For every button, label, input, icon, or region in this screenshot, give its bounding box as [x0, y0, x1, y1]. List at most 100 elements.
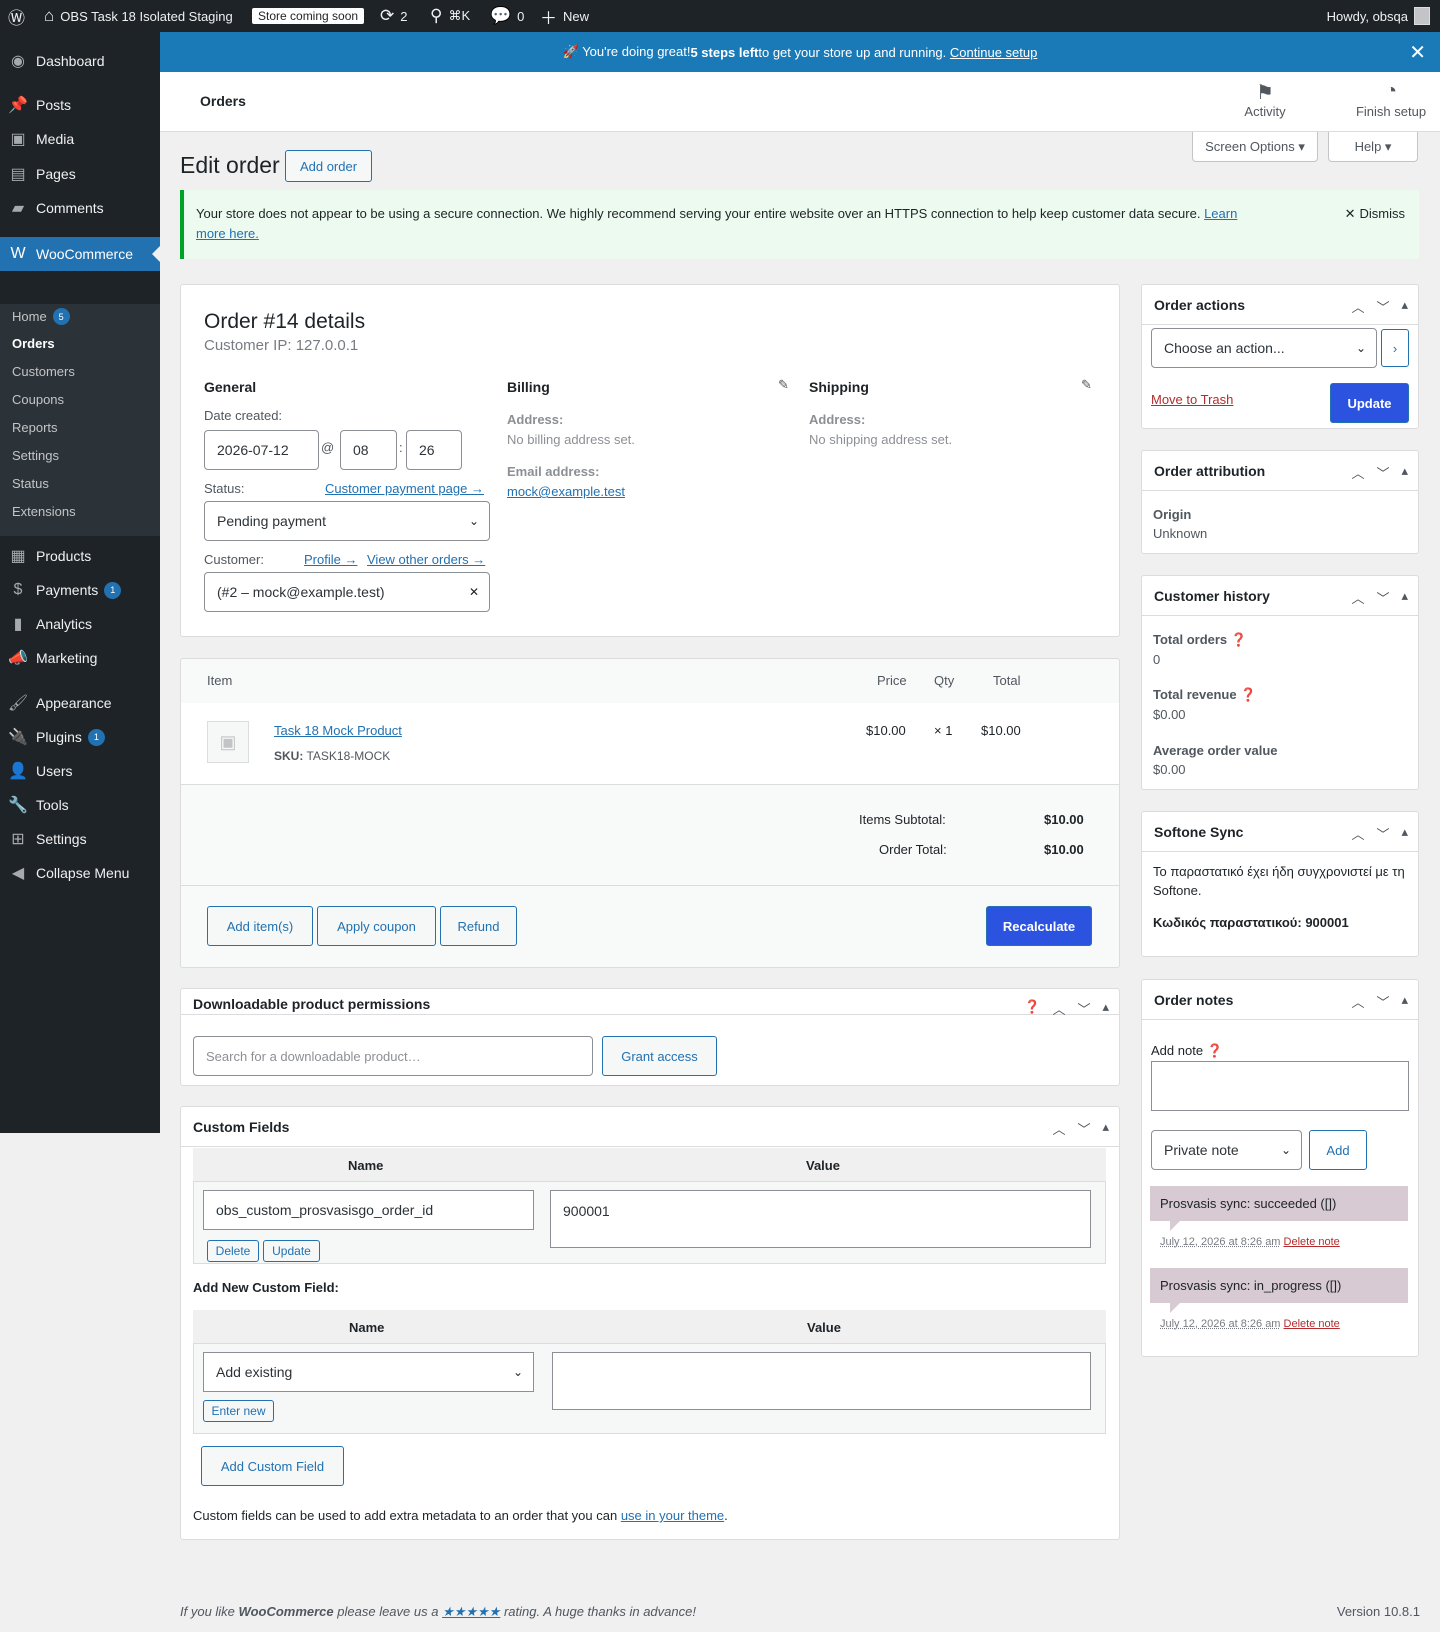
activity-button[interactable]: ⚑ Activity	[1230, 80, 1300, 119]
move-up-icon[interactable]: ︿	[1351, 588, 1364, 607]
menu-plugins[interactable]: 🔌 Plugins 1	[0, 720, 160, 754]
apply-action-button[interactable]: ›	[1381, 329, 1409, 367]
submenu-orders[interactable]: Orders	[12, 336, 55, 351]
move-up-icon[interactable]: ︿	[1351, 824, 1364, 843]
minute-input[interactable]: 26	[406, 430, 462, 470]
add-custom-field-button[interactable]: Add Custom Field	[201, 1446, 344, 1486]
store-status-badge[interactable]: Store coming soon	[252, 0, 365, 32]
submenu-coupons[interactable]: Coupons	[12, 392, 64, 407]
delete-custom-field-button[interactable]: Delete	[207, 1240, 259, 1262]
site-name-link[interactable]: ⌂ OBS Task 18 Isolated Staging	[44, 0, 233, 32]
search-link[interactable]: ⚲ ⌘K	[430, 0, 470, 32]
product-link[interactable]: Task 18 Mock Product	[274, 723, 402, 738]
toggle-icon[interactable]: ▴	[1102, 1119, 1109, 1138]
menu-marketing[interactable]: 📣 Marketing	[0, 641, 160, 675]
move-up-icon[interactable]: ︿	[1351, 297, 1364, 316]
grant-access-button[interactable]: Grant access	[602, 1036, 717, 1076]
screen-options-button[interactable]: Screen Options ▾	[1192, 132, 1318, 162]
move-up-icon[interactable]: ︿	[1052, 999, 1065, 1018]
submenu-extensions[interactable]: Extensions	[12, 504, 76, 519]
menu-users[interactable]: 👤 Users	[0, 754, 160, 788]
toggle-icon[interactable]: ▴	[1401, 992, 1408, 1011]
move-up-icon[interactable]: ︿	[1351, 463, 1364, 482]
menu-dashboard[interactable]: ◉ Dashboard	[0, 44, 160, 78]
billing-email-link[interactable]: mock@example.test	[507, 484, 625, 499]
enter-new-button[interactable]: Enter new	[203, 1400, 274, 1422]
view-other-orders-link[interactable]: View other orders →	[367, 552, 485, 567]
update-button[interactable]: Update	[1330, 383, 1409, 423]
use-in-theme-link[interactable]: use in your theme	[621, 1508, 724, 1523]
refund-button[interactable]: Refund	[440, 906, 517, 946]
rating-stars-link[interactable]: ★★★★★	[442, 1604, 500, 1619]
menu-woocommerce[interactable]: W WooCommerce	[0, 237, 160, 271]
downloadable-search-input[interactable]: Search for a downloadable product…	[193, 1036, 593, 1076]
note-type-select[interactable]: Private note ⌄	[1151, 1130, 1302, 1170]
add-note-button[interactable]: Add	[1309, 1130, 1367, 1170]
add-items-button[interactable]: Add item(s)	[207, 906, 313, 946]
clear-icon[interactable]: ✕	[469, 585, 479, 599]
update-custom-field-button[interactable]: Update	[263, 1240, 320, 1262]
toggle-icon[interactable]: ▴	[1401, 463, 1408, 482]
profile-link[interactable]: Profile →	[304, 552, 357, 567]
date-input[interactable]: 2026-07-12	[204, 430, 319, 470]
comments-link[interactable]: 💬 0	[490, 0, 524, 32]
add-existing-select[interactable]: Add existing ⌄	[203, 1352, 534, 1392]
delete-note-link[interactable]: Delete note	[1284, 1318, 1340, 1330]
close-icon[interactable]: ✕	[1409, 40, 1426, 65]
recalculate-button[interactable]: Recalculate	[986, 906, 1092, 946]
customer-select[interactable]: (#2 – mock@example.test) ✕	[204, 572, 490, 612]
new-content-link[interactable]: ＋ New	[540, 0, 589, 32]
menu-posts[interactable]: 📌 Posts	[0, 88, 160, 122]
move-down-icon[interactable]: ﹀	[1376, 463, 1389, 482]
move-to-trash-link[interactable]: Move to Trash	[1151, 392, 1233, 407]
move-down-icon[interactable]: ﹀	[1376, 992, 1389, 1011]
add-note-textarea[interactable]	[1151, 1061, 1409, 1111]
move-down-icon[interactable]: ﹀	[1077, 999, 1090, 1018]
menu-products[interactable]: ▦ Products	[0, 539, 160, 573]
wordpress-logo-icon[interactable]: Ⓦ	[8, 0, 25, 32]
customer-payment-page-link[interactable]: Customer payment page →	[325, 481, 484, 496]
updates-link[interactable]: ⟳ 2	[380, 0, 407, 32]
collapse-menu[interactable]: ◀ Collapse Menu	[0, 856, 160, 890]
finish-setup-button[interactable]: ◔ Finish setup	[1348, 80, 1434, 119]
my-account-link[interactable]: Howdy, obsqa	[1327, 0, 1430, 32]
toggle-icon[interactable]: ▴	[1401, 588, 1408, 607]
submenu-settings[interactable]: Settings	[12, 448, 59, 463]
move-up-icon[interactable]: ︿	[1052, 1119, 1065, 1138]
dismiss-button[interactable]: ✕ Dismiss	[1345, 204, 1405, 224]
menu-tools[interactable]: 🔧 Tools	[0, 788, 160, 822]
menu-media[interactable]: ▣ Media	[0, 122, 160, 156]
move-down-icon[interactable]: ﹀	[1376, 588, 1389, 607]
menu-comments[interactable]: ▰ Comments	[0, 191, 160, 225]
menu-appearance[interactable]: 🖌 Appearance	[0, 686, 160, 720]
hour-input[interactable]: 08	[340, 430, 397, 470]
submenu-status[interactable]: Status	[12, 476, 49, 491]
move-up-icon[interactable]: ︿	[1351, 992, 1364, 1011]
delete-note-link[interactable]: Delete note	[1284, 1236, 1340, 1248]
apply-coupon-button[interactable]: Apply coupon	[317, 906, 436, 946]
submenu-home[interactable]: Home 5	[12, 308, 70, 325]
custom-field-key-input[interactable]: obs_custom_prosvasisgo_order_id	[203, 1190, 534, 1230]
menu-settings[interactable]: ⊞ Settings	[0, 822, 160, 856]
edit-billing-icon[interactable]: ✎	[778, 377, 789, 393]
help-icon: ❓	[1230, 632, 1247, 647]
move-down-icon[interactable]: ﹀	[1077, 1119, 1090, 1138]
toggle-icon[interactable]: ▴	[1102, 999, 1109, 1018]
add-order-button[interactable]: Add order	[285, 150, 372, 182]
new-custom-field-value-input[interactable]	[552, 1352, 1091, 1410]
submenu-reports[interactable]: Reports	[12, 420, 58, 435]
submenu-customers[interactable]: Customers	[12, 364, 75, 379]
menu-analytics[interactable]: ▮ Analytics	[0, 607, 160, 641]
order-action-select[interactable]: Choose an action... ⌄	[1151, 328, 1377, 368]
status-select[interactable]: Pending payment ⌄	[204, 501, 490, 541]
custom-field-value-input[interactable]: 900001	[550, 1190, 1091, 1248]
continue-setup-link[interactable]: Continue setup	[950, 45, 1037, 60]
toggle-icon[interactable]: ▴	[1401, 824, 1408, 843]
edit-shipping-icon[interactable]: ✎	[1081, 377, 1092, 393]
move-down-icon[interactable]: ﹀	[1376, 824, 1389, 843]
move-down-icon[interactable]: ﹀	[1376, 297, 1389, 316]
menu-payments[interactable]: $ Payments 1	[0, 573, 160, 607]
toggle-icon[interactable]: ▴	[1401, 297, 1408, 316]
help-button[interactable]: Help ▾	[1328, 132, 1418, 162]
menu-pages[interactable]: ▤ Pages	[0, 157, 160, 191]
